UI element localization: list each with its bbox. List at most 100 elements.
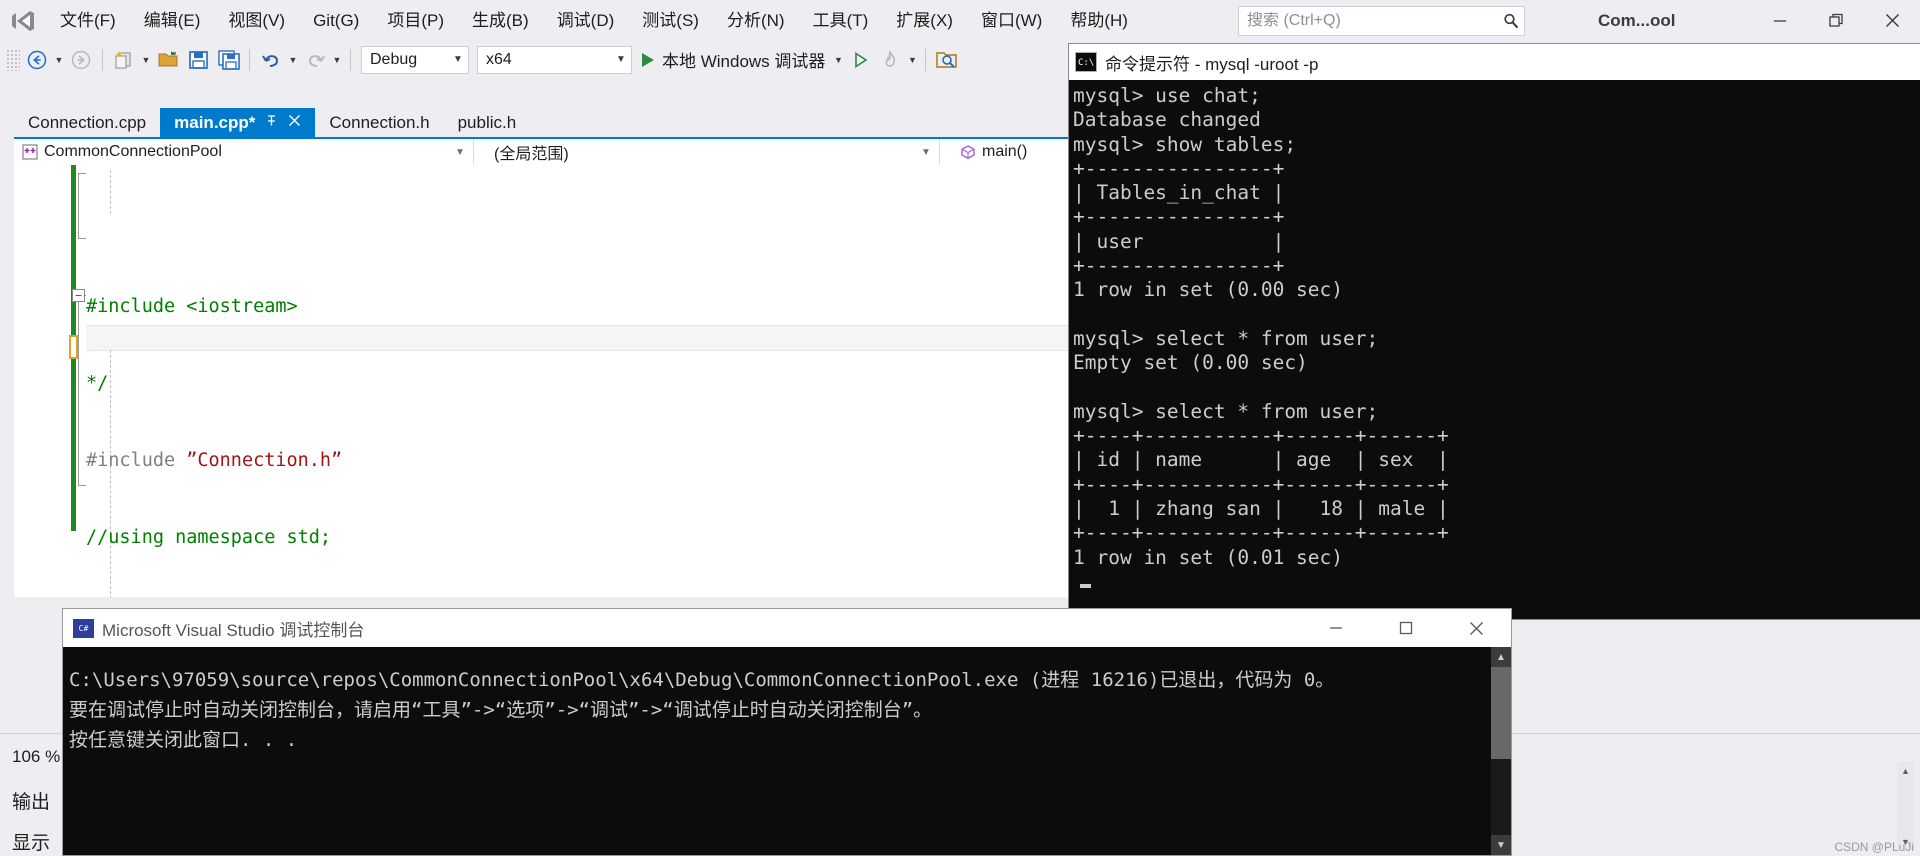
chevron-down-icon-2[interactable]: ▼ xyxy=(1491,835,1511,855)
cpp-project-icon xyxy=(20,144,40,160)
menu-analyze[interactable]: 分析(N) xyxy=(713,0,799,41)
redo-icon[interactable] xyxy=(300,45,330,75)
new-item-caret-icon[interactable]: ▼ xyxy=(139,45,153,75)
undo-icon[interactable] xyxy=(256,45,286,75)
tab-label: Connection.cpp xyxy=(28,112,147,132)
menu-build[interactable]: 生成(B) xyxy=(458,0,543,41)
toolbar-grip[interactable] xyxy=(6,48,20,71)
cmd-line: 1 row in set (0.00 sec) xyxy=(1073,278,1344,302)
folder-search-icon[interactable] xyxy=(932,45,962,75)
output-scrollbar[interactable]: ▲ ▼ xyxy=(1897,762,1914,850)
save-all-icon[interactable] xyxy=(213,45,243,75)
cmd-line: +----+-----------+------+------+ xyxy=(1073,424,1449,448)
platform-value: x64 xyxy=(486,50,512,68)
new-item-icon[interactable] xyxy=(109,45,139,75)
start-debugging-button[interactable]: 本地 Windows 调试器 xyxy=(636,45,831,75)
search-box[interactable] xyxy=(1238,6,1525,36)
debug-line: C:\Users\97059\source\repos\CommonConnec… xyxy=(69,669,1335,691)
menu-view[interactable]: 视图(V) xyxy=(214,0,299,41)
minimize-button[interactable] xyxy=(1752,0,1808,41)
platform-select[interactable]: x64 ▼ xyxy=(477,45,632,74)
toolbar-separator-4 xyxy=(925,48,927,71)
menu-git[interactable]: Git(G) xyxy=(299,0,373,41)
menu-window[interactable]: 窗口(W) xyxy=(967,0,1056,41)
menu-tools[interactable]: 工具(T) xyxy=(799,0,883,41)
command-prompt-output: mysql> use chat; Database changed mysql>… xyxy=(1069,80,1920,594)
code-token: #include <iostream> xyxy=(86,295,298,317)
cmd-line: +----+-----------+------+------+ xyxy=(1073,472,1449,496)
menu-file[interactable]: 文件(F) xyxy=(46,0,130,41)
close-button[interactable] xyxy=(1864,0,1920,41)
debug-console-title: Microsoft Visual Studio 调试控制台 xyxy=(102,620,365,640)
chevron-down-icon-3: ▼ xyxy=(455,146,465,158)
cmd-line: Database changed xyxy=(1073,108,1261,132)
code-token: */ xyxy=(86,372,109,394)
menu-edit[interactable]: 编辑(E) xyxy=(130,0,215,41)
menu-project[interactable]: 项目(P) xyxy=(373,0,458,41)
cmd-line: | Tables_in_chat | xyxy=(1073,181,1285,205)
play-outline-icon[interactable] xyxy=(845,45,875,75)
pin-icon[interactable] xyxy=(265,114,278,131)
back-dropdown-caret-icon[interactable]: ▼ xyxy=(52,45,66,75)
navigate-back-icon[interactable] xyxy=(22,45,52,75)
command-prompt-title: 命令提示符 - mysql -uroot -p xyxy=(1105,54,1319,74)
cmd-line: +----------------+ xyxy=(1073,254,1285,278)
toolbar-separator xyxy=(102,48,103,71)
menu-help[interactable]: 帮助(H) xyxy=(1056,0,1142,41)
hot-reload-icon[interactable] xyxy=(875,45,905,75)
redo-caret-icon[interactable]: ▼ xyxy=(330,45,344,75)
cmd-line: +----------------+ xyxy=(1073,205,1285,229)
play-icon xyxy=(642,52,654,67)
save-icon[interactable] xyxy=(183,45,213,75)
debug-target-caret-icon[interactable]: ▼ xyxy=(831,45,845,75)
scope-select[interactable]: (全局范围) ▼ xyxy=(474,139,940,165)
close-icon[interactable] xyxy=(288,114,301,131)
menu-test[interactable]: 测试(S) xyxy=(628,0,713,41)
output-show-label: 显示 xyxy=(12,833,51,854)
configuration-select[interactable]: Debug ▼ xyxy=(361,45,469,74)
cmd-line: Empty set (0.00 sec) xyxy=(1073,351,1308,375)
menu-extensions[interactable]: 扩展(X) xyxy=(882,0,967,41)
debug-maximize-button[interactable] xyxy=(1371,609,1441,647)
debug-console-titlebar[interactable]: C# Microsoft Visual Studio 调试控制台 xyxy=(63,609,1511,647)
cmd-icon: C:\. xyxy=(1075,52,1097,72)
code-token: #include xyxy=(86,449,187,471)
editor-zoom-level[interactable]: 106 % xyxy=(12,747,60,767)
project-select[interactable]: CommonConnectionPool ▼ xyxy=(14,139,474,165)
visual-studio-window: 文件(F) 编辑(E) 视图(V) Git(G) 项目(P) 生成(B) 调试(… xyxy=(0,0,1920,856)
scrollbar-thumb[interactable] xyxy=(1491,667,1511,759)
menu-debug[interactable]: 调试(D) xyxy=(543,0,629,41)
cmd-line: mysql> select * from user; xyxy=(1073,399,1379,423)
debug-console-window[interactable]: C# Microsoft Visual Studio 调试控制台 C:\User… xyxy=(62,608,1512,856)
collapse-toggle-main[interactable]: − xyxy=(72,289,85,302)
debug-minimize-button[interactable] xyxy=(1301,609,1371,647)
collapsible-region-bracket xyxy=(78,173,86,239)
tab-label-3: public.h xyxy=(457,112,517,132)
breakpoint-margin-marker[interactable] xyxy=(69,335,78,359)
command-prompt-window[interactable]: C:\. 命令提示符 - mysql -uroot -p mysql> use … xyxy=(1069,44,1920,619)
restore-button[interactable] xyxy=(1808,0,1864,41)
debug-console-scrollbar[interactable]: ▲ ▼ xyxy=(1491,647,1511,855)
window-title: Com...ool xyxy=(1598,11,1676,30)
chevron-up-icon-2[interactable]: ▲ xyxy=(1491,647,1511,667)
open-file-icon[interactable] xyxy=(153,45,183,75)
debug-close-button[interactable] xyxy=(1441,609,1511,647)
undo-caret-icon[interactable]: ▼ xyxy=(286,45,300,75)
debug-console-window-controls xyxy=(1301,609,1511,647)
configuration-value: Debug xyxy=(370,50,418,68)
navigate-forward-icon[interactable] xyxy=(66,45,96,75)
search-icon xyxy=(1498,12,1524,30)
search-input[interactable] xyxy=(1239,12,1498,30)
debug-console-output: C:\Users\97059\source\repos\CommonConnec… xyxy=(63,647,1511,837)
tab-public-h[interactable]: public.h xyxy=(443,108,531,137)
debug-line: 按任意键关闭此窗口. . . xyxy=(69,729,298,751)
tab-connection-h[interactable]: Connection.h xyxy=(315,108,444,137)
tab-main-cpp[interactable]: main.cpp* xyxy=(160,108,316,137)
code-line-4: #include ”Connection.h” xyxy=(86,448,1055,474)
chevron-up-icon[interactable]: ▲ xyxy=(1897,762,1914,779)
tab-connection-cpp[interactable]: Connection.cpp xyxy=(14,108,161,137)
hot-reload-caret-icon[interactable]: ▼ xyxy=(905,45,919,75)
command-prompt-titlebar[interactable]: C:\. 命令提示符 - mysql -uroot -p xyxy=(1069,44,1920,80)
code-token: ”Connection.h” xyxy=(186,449,343,471)
